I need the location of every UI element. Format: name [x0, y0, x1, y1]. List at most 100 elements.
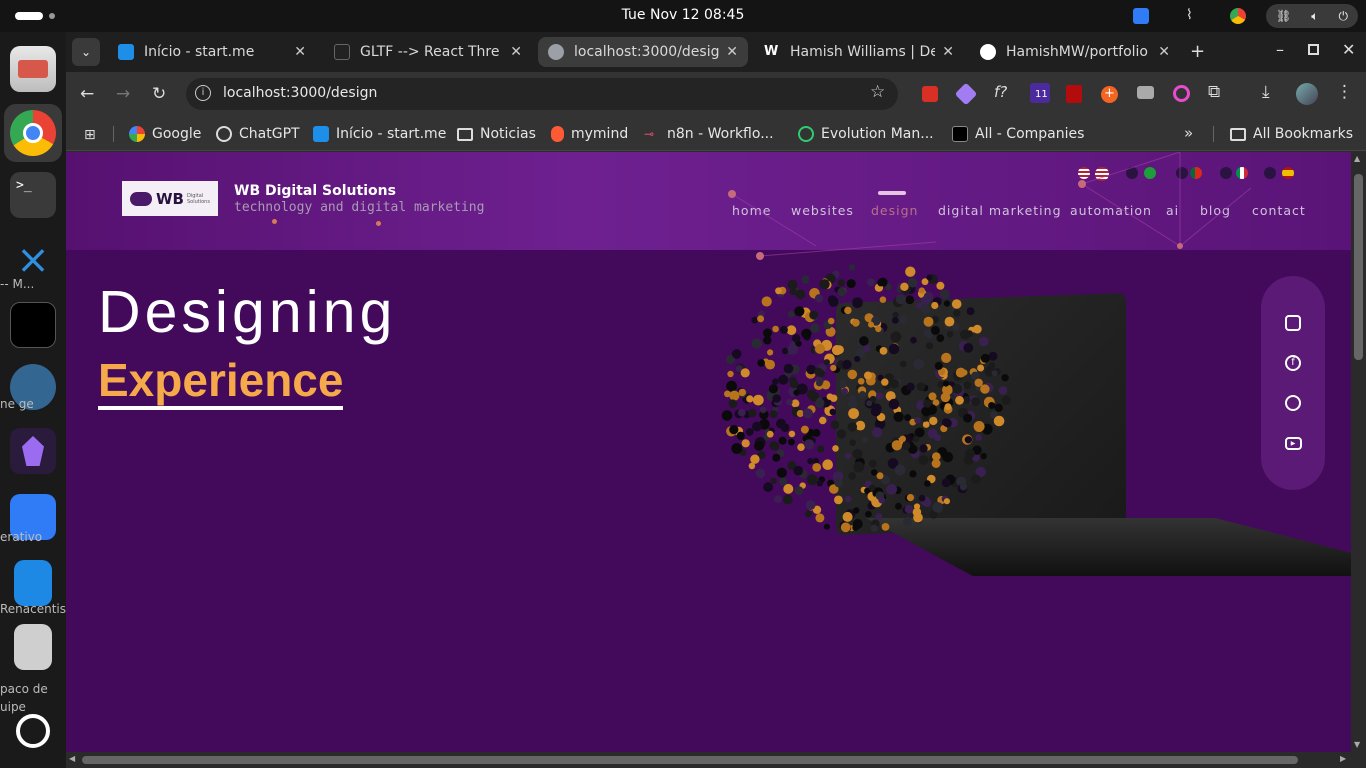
clock[interactable]: Tue Nov 12 08:45 — [0, 7, 1366, 23]
scroll-down-arrow-icon[interactable]: ▼ — [1354, 740, 1360, 749]
bookmark-mymind[interactable]: mymind — [551, 117, 628, 151]
extension-icon-fx[interactable]: f? — [994, 83, 1007, 101]
particle — [823, 523, 830, 530]
particle — [750, 454, 760, 464]
close-icon[interactable]: ✕ — [510, 44, 522, 60]
whatsapp-icon[interactable] — [1282, 392, 1304, 414]
particle — [875, 392, 884, 400]
bookmark-n8n[interactable]: ⊸ n8n - Workflo... — [644, 117, 774, 151]
particle — [893, 411, 904, 422]
forward-button[interactable]: → — [116, 84, 130, 104]
particle — [816, 480, 823, 487]
particle — [775, 287, 782, 295]
more-bookmarks-chevron-icon[interactable]: » — [1184, 124, 1193, 142]
dock-label: ne ge — [0, 397, 34, 411]
horizontal-scroll-thumb[interactable] — [82, 756, 1298, 764]
bookmark-google[interactable]: Google — [129, 117, 201, 151]
scroll-left-arrow-icon[interactable]: ◀ — [69, 754, 75, 763]
particle — [729, 390, 740, 401]
particle — [872, 427, 883, 438]
extension-icon-calendar[interactable]: 11 — [1030, 83, 1050, 103]
terminal-icon[interactable]: >_ — [10, 172, 56, 218]
profile-avatar[interactable] — [1296, 83, 1318, 105]
particle — [788, 438, 795, 446]
ring-extension-icon[interactable] — [1173, 85, 1190, 102]
bookmark-noticias[interactable]: Noticias — [457, 117, 536, 151]
scroll-up-arrow-icon[interactable]: ▲ — [1354, 154, 1360, 163]
particle — [817, 445, 825, 453]
tray-clip-icon[interactable]: ⌇ — [1186, 7, 1193, 23]
system-menu[interactable]: ⛓ 🔈︎ ⏻ — [1266, 4, 1358, 28]
close-icon[interactable]: ✕ — [1158, 44, 1170, 60]
scroll-right-arrow-icon[interactable]: ▶ — [1340, 754, 1346, 763]
tray-app-icon[interactable] — [1133, 8, 1149, 24]
bookmark-label: mymind — [571, 126, 629, 142]
particle — [823, 359, 830, 366]
particle — [966, 307, 975, 316]
horizontal-scrollbar[interactable]: ◀ ▶ — [66, 752, 1366, 768]
address-bar[interactable]: i localhost:3000/design ☆ — [186, 78, 898, 110]
archive-icon[interactable] — [14, 624, 52, 670]
download-icon[interactable]: ⤓ — [1262, 82, 1270, 102]
document-viewer-icon[interactable] — [14, 560, 52, 606]
close-icon[interactable]: ✕ — [294, 44, 306, 60]
minimize-button[interactable]: – — [1276, 40, 1284, 59]
particle — [963, 381, 972, 390]
show-apps-icon[interactable] — [16, 714, 50, 748]
new-tab-button[interactable]: + — [1190, 41, 1205, 62]
vertical-scroll-thumb[interactable] — [1354, 174, 1363, 360]
power-icon: ⏻ — [1338, 8, 1348, 23]
extensions-puzzle-icon[interactable]: ⧉ — [1208, 82, 1220, 102]
vertical-scrollbar[interactable]: ▲ ▼ — [1351, 152, 1366, 752]
particle — [901, 441, 911, 450]
bookmark-label: Evolution Man... — [821, 126, 934, 142]
particle — [888, 398, 900, 410]
tab-hamish[interactable]: W Hamish Williams | Des ✕ — [754, 37, 964, 67]
back-button[interactable]: ← — [80, 84, 94, 104]
tray-chrome-icon[interactable] — [1230, 8, 1246, 24]
files-icon[interactable] — [10, 46, 56, 92]
tab-localhost-design[interactable]: localhost:3000/design ✕ — [538, 37, 748, 67]
close-icon[interactable]: ✕ — [726, 44, 738, 60]
obsidian-icon[interactable] — [10, 428, 56, 474]
menu-kebab-icon[interactable]: ⋮ — [1336, 82, 1353, 102]
tab-search-button[interactable]: ⌄ — [72, 38, 100, 66]
chrome-dock-icon[interactable] — [4, 104, 62, 162]
bookmark-startme[interactable]: Início - start.me — [313, 117, 446, 151]
particle — [728, 399, 738, 408]
instagram-icon[interactable] — [1282, 312, 1304, 334]
companies-icon — [952, 126, 968, 142]
particle — [905, 266, 916, 277]
close-icon[interactable]: ✕ — [942, 44, 954, 60]
bookmark-star-icon[interactable]: ☆ — [870, 82, 885, 102]
particle — [786, 325, 797, 336]
close-window-button[interactable]: ✕ — [1342, 40, 1355, 59]
particle — [800, 425, 809, 434]
extension-icon-red[interactable] — [922, 86, 938, 102]
extension-icon-diamond[interactable] — [954, 82, 978, 106]
all-bookmarks[interactable]: All Bookmarks — [1230, 117, 1353, 151]
apps-grid-icon[interactable]: ⊞ — [84, 127, 96, 143]
tab-github[interactable]: HamishMW/portfolio ✕ — [970, 37, 1180, 67]
particle — [779, 325, 788, 334]
youtube-icon[interactable]: ▶ — [1282, 432, 1304, 454]
particle — [782, 347, 789, 355]
particle — [955, 367, 966, 378]
tab-gltf[interactable]: GLTF --> React Three F ✕ — [324, 37, 532, 67]
pdf-icon[interactable] — [1066, 85, 1082, 103]
particle — [912, 435, 920, 443]
facebook-icon[interactable]: f — [1282, 352, 1304, 374]
bookmark-evolution[interactable]: Evolution Man... — [798, 117, 934, 151]
particle — [944, 403, 952, 411]
bookmark-companies[interactable]: All - Companies — [952, 117, 1084, 151]
app-icon-squares[interactable] — [10, 302, 56, 348]
site-info-icon[interactable]: i — [195, 85, 211, 101]
bookmark-chatgpt[interactable]: ChatGPT — [216, 117, 300, 151]
maximize-button[interactable] — [1308, 44, 1319, 55]
camera-icon[interactable] — [1137, 86, 1154, 99]
reload-button[interactable]: ↻ — [152, 84, 166, 104]
particle — [851, 318, 860, 327]
tab-start-me[interactable]: Início - start.me ✕ — [108, 37, 316, 67]
plus-extension-icon[interactable]: + — [1101, 86, 1118, 103]
url-text[interactable]: localhost:3000/design — [223, 85, 377, 101]
